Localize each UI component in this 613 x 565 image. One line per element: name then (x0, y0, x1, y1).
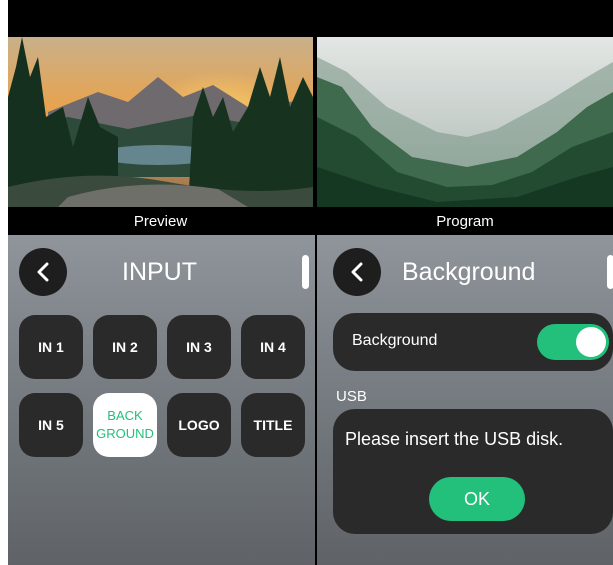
input-button-title[interactable]: TITLE (241, 393, 305, 457)
back-button[interactable] (19, 248, 67, 296)
back-button[interactable] (333, 248, 381, 296)
input-button-in1[interactable]: IN 1 (19, 315, 83, 379)
top-bar (8, 0, 613, 37)
usb-message-card: Please insert the USB disk. OK (333, 409, 613, 534)
input-button-background[interactable]: BACK GROUND (93, 393, 157, 457)
input-button-in5[interactable]: IN 5 (19, 393, 83, 457)
input-button-in3[interactable]: IN 3 (167, 315, 231, 379)
chevron-left-icon (351, 262, 363, 282)
scrollbar[interactable] (607, 255, 613, 289)
background-panel: Background Background USB Please insert … (317, 235, 613, 565)
scrollbar[interactable] (302, 255, 309, 289)
preview-monitor: Preview (8, 37, 313, 235)
input-button-in4[interactable]: IN 4 (241, 315, 305, 379)
ok-button[interactable]: OK (429, 477, 525, 521)
panel-title: Background (402, 258, 536, 286)
input-button-in2[interactable]: IN 2 (93, 315, 157, 379)
program-label: Program (317, 207, 613, 235)
background-toggle-label: Background (352, 332, 438, 349)
device-screen: Preview Program INPUT IN 1 IN 2 IN 3 IN … (8, 0, 613, 565)
input-panel: INPUT IN 1 IN 2 IN 3 IN 4 IN 5 BACK GROU… (8, 235, 315, 565)
usb-section-label: USB (336, 388, 367, 405)
toggle-knob (576, 327, 606, 357)
panel-title: INPUT (122, 258, 197, 286)
background-toggle[interactable] (537, 324, 609, 360)
input-button-logo[interactable]: LOGO (167, 393, 231, 457)
usb-message: Please insert the USB disk. (345, 429, 564, 449)
chevron-left-icon (37, 262, 49, 282)
preview-label: Preview (8, 207, 313, 235)
preview-image (8, 37, 313, 207)
program-monitor: Program (317, 37, 613, 235)
program-image (317, 37, 613, 207)
background-toggle-row: Background (333, 313, 613, 371)
